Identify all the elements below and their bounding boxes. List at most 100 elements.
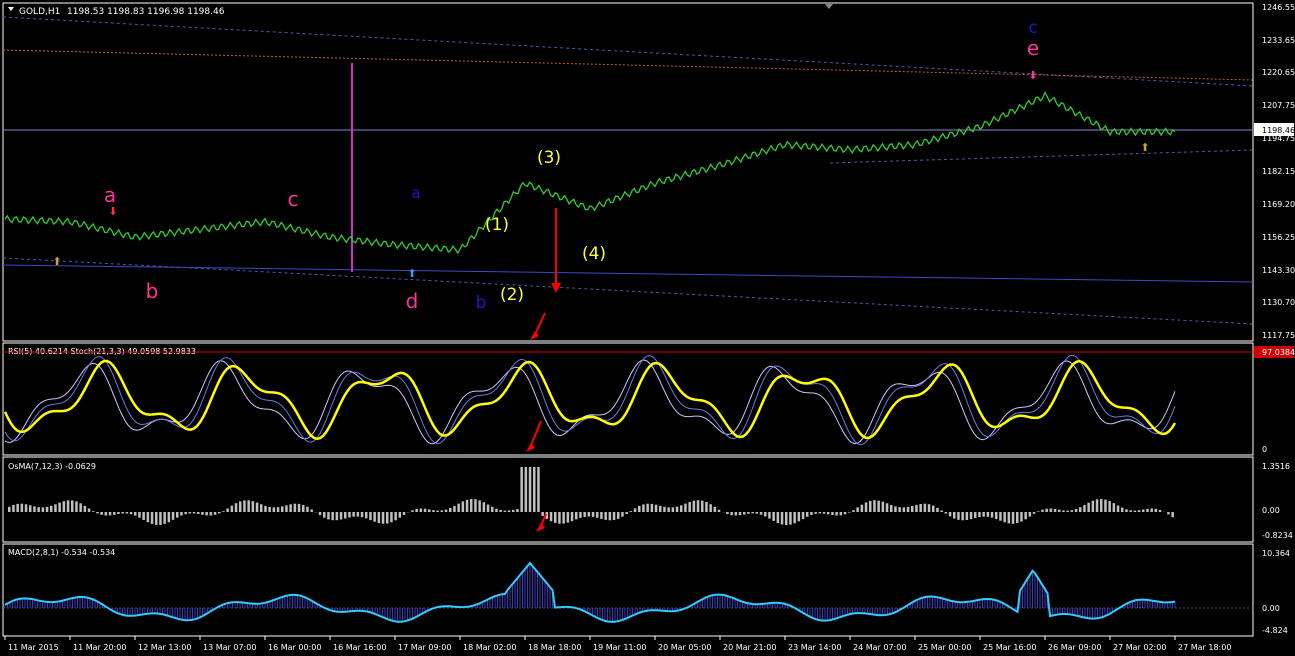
osma-bar — [1007, 512, 1011, 524]
rsi-level-label: 97.0384 — [1262, 348, 1295, 357]
osma-bar — [986, 512, 990, 517]
osma-bar — [579, 512, 582, 518]
osma-bar — [1137, 510, 1141, 512]
wave-label-2: (2) — [500, 285, 524, 305]
osma-bar — [1116, 505, 1120, 512]
price-tick: 1220.65 — [1262, 68, 1295, 77]
ohlc-values: 1198.53 1198.83 1196.98 1198.46 — [67, 7, 225, 17]
osma-bar — [688, 502, 691, 512]
osma-bar — [171, 512, 175, 520]
osma-bar — [507, 510, 511, 512]
osma-bar — [570, 512, 574, 522]
osma-bar — [176, 512, 179, 518]
osma-bar — [743, 512, 746, 515]
osma-bar — [541, 512, 544, 516]
osma-bar — [554, 512, 557, 523]
osma-bar — [512, 509, 515, 512]
osma-bar — [474, 499, 477, 512]
osma-bar — [906, 506, 910, 512]
osma-bar — [499, 510, 502, 512]
osma-bar — [940, 510, 943, 512]
osma-bar — [230, 505, 234, 512]
osma-bar — [932, 505, 935, 512]
wave-label-4: (4) — [582, 244, 606, 264]
osma-bar — [1154, 508, 1158, 512]
osma-bar — [764, 512, 767, 517]
price-tick: 1156.25 — [1262, 233, 1295, 242]
osma-bar — [79, 503, 82, 512]
osma-bar — [1146, 508, 1149, 512]
osma-bar — [167, 512, 171, 523]
osma-bar — [234, 503, 238, 512]
osma-bar — [1041, 509, 1044, 512]
osma-bar — [747, 512, 750, 514]
osma-bar — [1112, 503, 1116, 512]
wave-label-c: c — [288, 187, 299, 211]
osma-bar — [566, 512, 570, 523]
osma-bar — [1028, 512, 1032, 517]
wave-label-3: (3) — [537, 148, 561, 168]
osma-bar — [675, 506, 679, 512]
osma-bar — [180, 512, 183, 516]
time-tick-label: 25 Mar 00:00 — [918, 643, 971, 652]
price-tick: 1117.75 — [1262, 331, 1295, 340]
wave-label-b: b — [146, 279, 159, 303]
osma-bar — [1011, 512, 1015, 524]
price-tick: 1233.65 — [1262, 36, 1295, 45]
osma-bar — [1062, 510, 1065, 512]
osma-bar — [902, 507, 906, 512]
wave-label-a-blue: a — [411, 184, 420, 202]
osma-bar — [839, 512, 843, 516]
osma-bar — [1074, 509, 1078, 512]
wave-label-a: a — [104, 183, 116, 207]
osma-bar — [138, 512, 141, 518]
osma-bar — [625, 512, 628, 514]
trading-chart[interactable]: GOLD,H1 1198.53 1198.83 1196.98 1198.46 … — [0, 0, 1295, 656]
osma-bar — [251, 501, 255, 512]
osma-bar — [402, 512, 406, 515]
osma-bar — [898, 507, 901, 512]
osma-bar — [1020, 512, 1023, 522]
wave-label-b-blue: b — [476, 293, 487, 313]
osma-bar — [377, 512, 381, 524]
osma-bar — [369, 512, 372, 521]
osma-bar — [663, 506, 666, 512]
osma-bar — [856, 507, 859, 512]
osma-bar — [373, 512, 376, 522]
osma-bar — [549, 512, 553, 522]
osma-bar — [709, 504, 712, 512]
time-tick-label: 18 Mar 02:00 — [463, 643, 516, 652]
osma-bar — [1070, 510, 1074, 512]
osma-bar — [302, 504, 305, 512]
osma-bar — [129, 512, 133, 515]
osma-bar — [310, 509, 313, 512]
osma-bar — [415, 509, 418, 512]
osma-bar — [247, 500, 250, 512]
osma-bar — [885, 503, 889, 512]
osma-bar — [759, 512, 763, 515]
osma-bar — [411, 510, 414, 512]
osma-bar — [591, 512, 595, 517]
osma-bar — [461, 501, 465, 512]
osma-bar — [969, 512, 973, 520]
symbol-label: GOLD,H1 — [19, 7, 60, 17]
osma-bar — [1066, 510, 1069, 512]
osma-bar — [646, 503, 649, 512]
osma-bar — [923, 503, 927, 512]
osma-bar — [352, 512, 355, 517]
osma-bar — [423, 508, 427, 512]
osma-bar — [1045, 508, 1048, 512]
osma-axis-tick: -0.8234 — [1262, 531, 1293, 540]
osma-bar — [491, 506, 494, 512]
osma-bar — [516, 509, 519, 512]
osma-bar — [436, 510, 439, 512]
wave-label-c-blue: c — [1028, 18, 1037, 38]
osma-bar — [533, 467, 536, 512]
osma-bar — [696, 500, 700, 512]
osma-bar — [318, 512, 322, 516]
osma-bar — [293, 503, 297, 512]
osma-bar — [558, 512, 561, 524]
osma-bar — [583, 512, 586, 517]
osma-bar — [323, 512, 326, 518]
osma-bar — [667, 507, 670, 512]
